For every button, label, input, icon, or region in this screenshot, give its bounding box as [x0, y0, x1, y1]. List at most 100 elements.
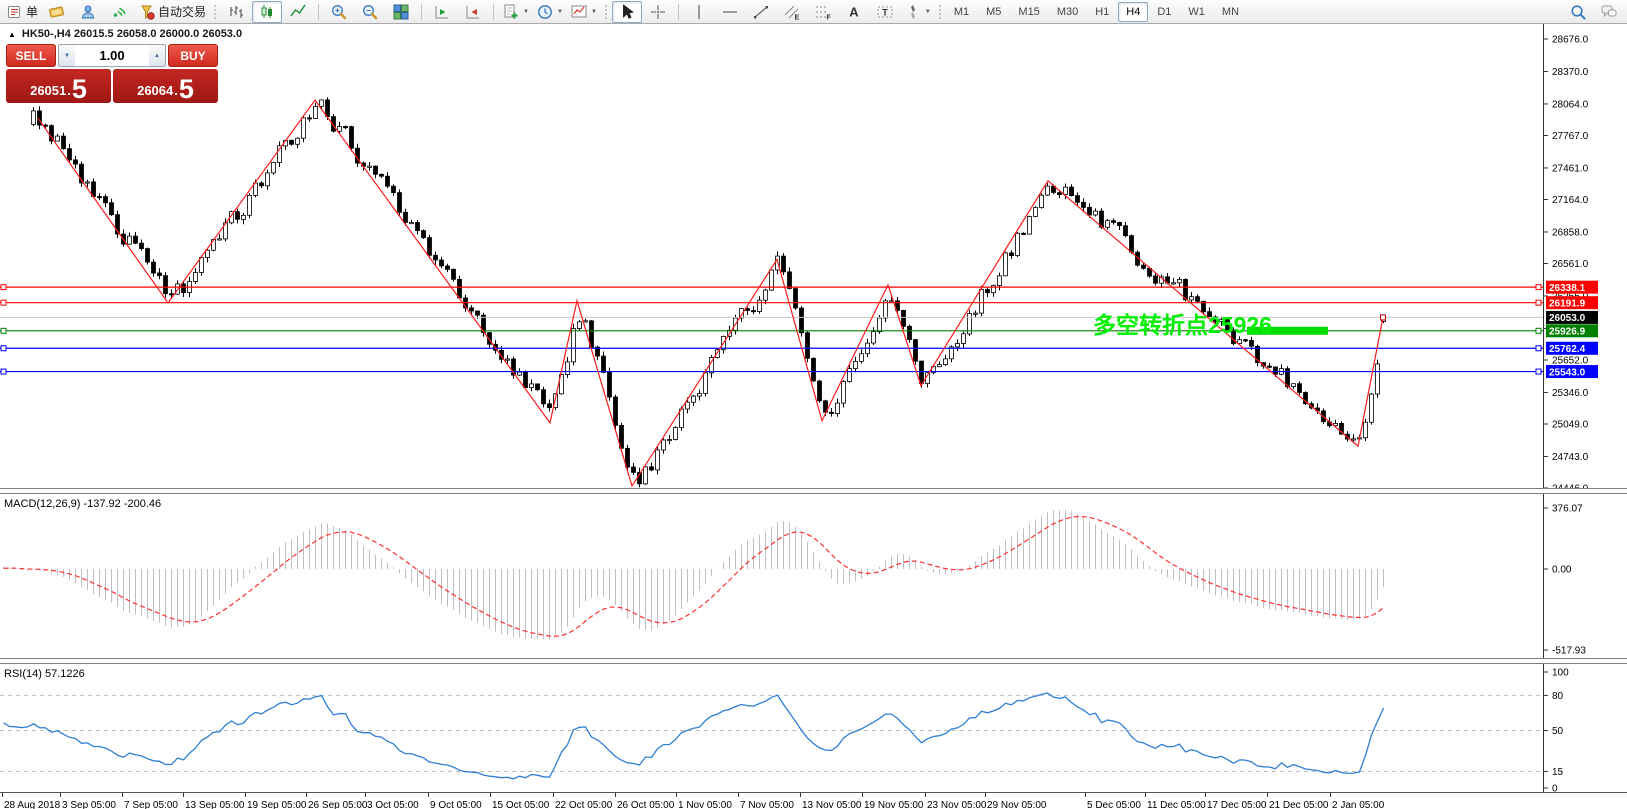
svg-text:27461.0: 27461.0	[1552, 163, 1589, 174]
svg-text:15 Oct 05:00: 15 Oct 05:00	[492, 800, 550, 809]
chart-window: 多空转折点25926 28676.0 28370.0 28064.0 27767.0 27…	[0, 24, 1627, 809]
cursor-button[interactable]	[611, 0, 642, 23]
vline-icon	[698, 4, 700, 19]
signals-icon[interactable]	[104, 1, 134, 23]
svg-text:T: T	[882, 7, 888, 17]
chart-shift-icon	[466, 5, 480, 18]
auto-trading-button[interactable]: 自动交易	[135, 1, 209, 23]
zoom-in-icon	[332, 4, 347, 19]
chart-shift-button[interactable]	[458, 1, 488, 23]
svg-text:26858.0: 26858.0	[1552, 227, 1589, 238]
timeframe-button-M5[interactable]: M5	[978, 2, 1009, 22]
periods-button[interactable]: ▼	[533, 1, 566, 23]
buy-price-display[interactable]: 26064. 5	[113, 69, 218, 103]
volume-input[interactable]	[75, 45, 149, 66]
fibonacci-button[interactable]: F	[808, 1, 838, 23]
text-button[interactable]: A	[839, 1, 869, 23]
toolbar-separator	[421, 3, 423, 20]
time-axis-labels[interactable]: 28 Aug 2018 3 Sep 05:00 7 Sep 05:00 13 Sep …	[2, 793, 1385, 809]
zoom-in-button[interactable]	[324, 1, 354, 23]
price-chart[interactable]: 多空转折点25926 28676.0 28370.0 28064.0 27767.0 27…	[0, 24, 1627, 488]
timeframe-button-H1[interactable]: H1	[1087, 2, 1117, 22]
bar-chart-icon	[230, 5, 244, 18]
crosshair-button[interactable]	[643, 1, 673, 23]
price-chart-panel[interactable]: 多空转折点25926 28676.0 28370.0 28064.0 27767.0 27…	[0, 24, 1627, 488]
sell-button[interactable]: SELL	[6, 44, 56, 67]
svg-text:25346.0: 25346.0	[1552, 388, 1589, 399]
svg-text:13 Nov 05:00: 13 Nov 05:00	[802, 800, 862, 809]
search-button[interactable]	[1563, 1, 1593, 23]
timeframe-button-W1[interactable]: W1	[1180, 2, 1213, 22]
sell-price-display[interactable]: 26051. 5	[6, 69, 111, 103]
macd-axis: 376.07 0.00 -517.93	[1543, 494, 1586, 658]
svg-text:25543.0: 25543.0	[1549, 367, 1586, 378]
fibo-icon: F	[815, 6, 831, 21]
horizontal-line-button[interactable]	[715, 1, 745, 23]
zoom-out-icon	[363, 4, 378, 19]
chat-button[interactable]	[1594, 1, 1624, 23]
svg-text:26 Oct 05:00: 26 Oct 05:00	[617, 800, 675, 809]
svg-text:22 Oct 05:00: 22 Oct 05:00	[555, 800, 613, 809]
svg-text:27767.0: 27767.0	[1552, 131, 1589, 142]
buy-button[interactable]: BUY	[168, 44, 218, 67]
candles	[31, 97, 1386, 488]
buy-price-main: 26064	[137, 83, 174, 98]
line-chart-button[interactable]	[283, 1, 313, 23]
volume-decrease-button[interactable]: ▼	[59, 45, 75, 66]
gold-chart-icon[interactable]	[42, 1, 72, 23]
tile-windows-button[interactable]	[386, 1, 416, 23]
svg-text:28 Aug 2018: 28 Aug 2018	[4, 800, 61, 809]
svg-text:25762.4: 25762.4	[1549, 344, 1586, 355]
annotation-text[interactable]: 多空转折点25926	[1093, 312, 1272, 338]
zoom-out-button[interactable]	[355, 1, 385, 23]
timeframe-button-M1[interactable]: M1	[946, 2, 977, 22]
main-toolbar: 单 自动交易 ▼ ▼ ▼ E F A T ▼ M1 M5 M15 M30 H1 H4 D1 W1 MN	[0, 0, 1627, 24]
svg-text:2 Jan 05:00: 2 Jan 05:00	[1332, 800, 1385, 809]
sell-price-big: 5	[71, 74, 87, 104]
auto-scroll-button[interactable]	[427, 1, 457, 23]
svg-text:26191.9: 26191.9	[1549, 298, 1586, 309]
price-axis[interactable]: 28676.0 28370.0 28064.0 27767.0 27461.0 27164…	[1543, 24, 1598, 488]
arrows-button[interactable]: ▼	[901, 1, 934, 23]
timeframe-button-M30[interactable]: M30	[1049, 2, 1086, 22]
tile-icon	[393, 4, 409, 19]
candlestick-chart-button[interactable]	[252, 0, 283, 23]
svg-text:E: E	[794, 14, 799, 21]
timeframe-button-M15[interactable]: M15	[1010, 2, 1047, 22]
dropdown-arrow-icon: ▼	[590, 8, 597, 15]
candles-icon	[261, 4, 273, 18]
trendline-button[interactable]	[746, 1, 776, 23]
timeframe-button-MN[interactable]: MN	[1214, 2, 1247, 22]
bar-chart-button[interactable]	[221, 1, 251, 23]
svg-text:29 Nov 05:00: 29 Nov 05:00	[987, 800, 1047, 809]
svg-text:27164.0: 27164.0	[1552, 195, 1589, 206]
text-label-button[interactable]: T	[870, 1, 900, 23]
collapse-panel-icon[interactable]: ▲	[8, 30, 16, 39]
new-order-button[interactable]: 单	[3, 1, 41, 23]
hline-icon	[722, 11, 737, 12]
svg-text:25652.0: 25652.0	[1552, 355, 1589, 366]
macd-histogram	[3, 509, 1384, 640]
svg-text:多空转折点25926: 多空转折点25926	[1093, 312, 1272, 338]
svg-text:80: 80	[1552, 691, 1564, 702]
equidistant-channel-button[interactable]: E	[777, 1, 807, 23]
dropdown-arrow-icon: ▼	[523, 8, 529, 15]
new-chart-button[interactable]: ▼	[499, 1, 532, 23]
timeframe-button-D1[interactable]: D1	[1149, 2, 1179, 22]
vertical-line-button[interactable]	[684, 1, 714, 23]
toolbar-grip	[937, 3, 942, 20]
toolbar-separator	[493, 3, 495, 20]
svg-text:25926.9: 25926.9	[1549, 327, 1586, 338]
gold-chart-icon	[49, 6, 64, 18]
templates-button[interactable]: ▼	[567, 1, 600, 23]
svg-text:50: 50	[1552, 726, 1564, 737]
channel-icon: E	[784, 5, 799, 21]
search-icon	[1571, 4, 1586, 19]
svg-text:19 Sep 05:00: 19 Sep 05:00	[247, 800, 307, 809]
profile-icon[interactable]	[73, 1, 103, 23]
timeframe-button-H4[interactable]: H4	[1118, 1, 1149, 22]
chat-icon	[1601, 5, 1617, 17]
volume-increase-button[interactable]: ▲	[149, 45, 165, 66]
svg-text:7 Nov 05:00: 7 Nov 05:00	[740, 800, 794, 809]
buy-price-big: 5	[178, 74, 194, 104]
